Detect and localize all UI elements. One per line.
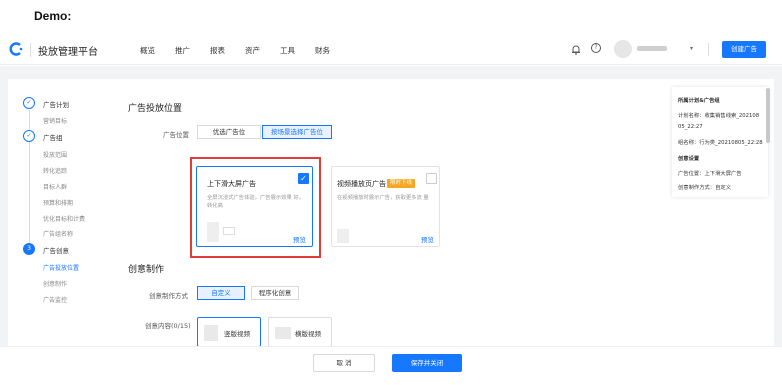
top-navbar: 投放管理平台 概览 推广 报表 资产 工具 财务 ? ▾ 创建广告 (0, 35, 782, 65)
create-ad-button[interactable]: 创建广告 (722, 41, 766, 58)
checkbox[interactable] (426, 173, 437, 184)
media-label: 横版视频 (295, 330, 321, 338)
chevron-down-icon[interactable]: ▾ (690, 45, 693, 52)
bell-icon[interactable] (571, 44, 581, 55)
summary-panel: 所属计划&广告组 计划名称：收集销售线索_202108 05_22:27 组名称… (672, 87, 768, 197)
step-sub-monitoring[interactable]: 广告监控 (43, 295, 67, 304)
nav-finance[interactable]: 财务 (315, 45, 350, 56)
step-sub-ad-position[interactable]: 广告投放位置 (43, 263, 79, 272)
summary-title: 所属计划&广告组 (678, 98, 720, 104)
step-current-icon: 3 (23, 243, 35, 255)
step-sub-scope[interactable]: 投放范围 (43, 150, 67, 159)
group-name: 组名称：行为类_20210805_22:28 (678, 140, 763, 146)
save-close-button[interactable]: 保存并关闭 (392, 354, 462, 372)
footer-bar: 取 消 保存并关闭 (0, 346, 782, 385)
media-horizontal-video[interactable]: 横版视频 (268, 317, 332, 347)
scrollbar[interactable] (764, 80, 772, 345)
step-sub-optimization[interactable]: 优化目标和计费 (43, 214, 85, 223)
video-icon (204, 325, 218, 341)
creative-method-label: 创意制作方式 (149, 292, 188, 300)
video-icon (275, 327, 291, 339)
step-sub-audience[interactable]: 目标人群 (43, 182, 67, 191)
creative-content-label: 创意内容(0/15) (145, 322, 191, 330)
nav-assets[interactable]: 资产 (245, 45, 280, 56)
nav-promotion[interactable]: 推广 (175, 45, 210, 56)
demo-label: Demo: (34, 9, 72, 23)
method-programmatic[interactable]: 程序化创意 (251, 286, 299, 300)
ad-position: 广告位置：上下滑大屏广告 (678, 171, 742, 177)
media-label: 竖版视频 (224, 330, 250, 338)
header-divider (708, 43, 709, 56)
step-complete-icon: ✓ (23, 97, 35, 109)
step-sub-budget[interactable]: 预算和排期 (43, 198, 73, 207)
creative-method: 创意制作方式：自定义 (678, 185, 731, 191)
main-nav: 概览 推广 报表 资产 工具 财务 (140, 45, 350, 56)
media-vertical-video[interactable]: 竖版视频 (197, 317, 261, 347)
placement-card-video-page[interactable]: 视频播放页广告 限时下线 在视频播放时展示广告，获取更多流 量 预览 (331, 166, 440, 247)
step-adgroup[interactable]: 广告组 (43, 132, 63, 142)
cancel-button[interactable]: 取 消 (313, 354, 375, 372)
brand-divider (30, 43, 31, 57)
thumbnail (337, 229, 349, 243)
nav-reports[interactable]: 报表 (210, 45, 245, 56)
plan-name-cont: 05_22:27 (678, 124, 703, 130)
option-scene-position[interactable]: 按场景选择广告位 (262, 125, 332, 139)
step-sub-group-name[interactable]: 广告组名称 (43, 229, 73, 238)
username-placeholder[interactable] (637, 46, 667, 51)
option-preferred-position[interactable]: 优选广告位 (197, 125, 261, 139)
nav-overview[interactable]: 概览 (140, 45, 175, 56)
step-complete-icon: ✓ (23, 130, 35, 142)
logo-icon (9, 42, 23, 56)
placement-title: 广告投放位置 (128, 104, 183, 114)
creative-title: 创意制作 (128, 265, 165, 275)
nav-tools[interactable]: 工具 (280, 45, 315, 56)
plan-name: 计划名称：收集销售线索_202108 (678, 113, 760, 119)
preview-link[interactable]: 预览 (421, 234, 434, 244)
step-sub-marketing-goal[interactable]: 营销目标 (43, 116, 67, 125)
method-custom[interactable]: 自定义 (197, 286, 245, 300)
avatar[interactable] (614, 40, 632, 58)
scroll-thumb[interactable] (766, 88, 770, 143)
card-title: 视频播放页广告 (337, 180, 386, 188)
step-campaign[interactable]: 广告计划 (43, 99, 69, 109)
card-description: 在视频播放时展示广告，获取更多流 量 (337, 195, 429, 201)
step-sub-conversion[interactable]: 转化追踪 (43, 166, 67, 175)
highlight-frame (190, 157, 321, 258)
help-icon[interactable]: ? (591, 43, 601, 53)
status-badge: 限时下线 (387, 179, 416, 188)
step-creative[interactable]: 广告创意 (43, 245, 69, 255)
placement-field-label: 广告位置 (163, 131, 189, 139)
step-sub-creative-making[interactable]: 创意制作 (43, 279, 67, 288)
brand-title: 投放管理平台 (38, 47, 98, 58)
creative-settings-title: 创意设置 (678, 156, 700, 162)
